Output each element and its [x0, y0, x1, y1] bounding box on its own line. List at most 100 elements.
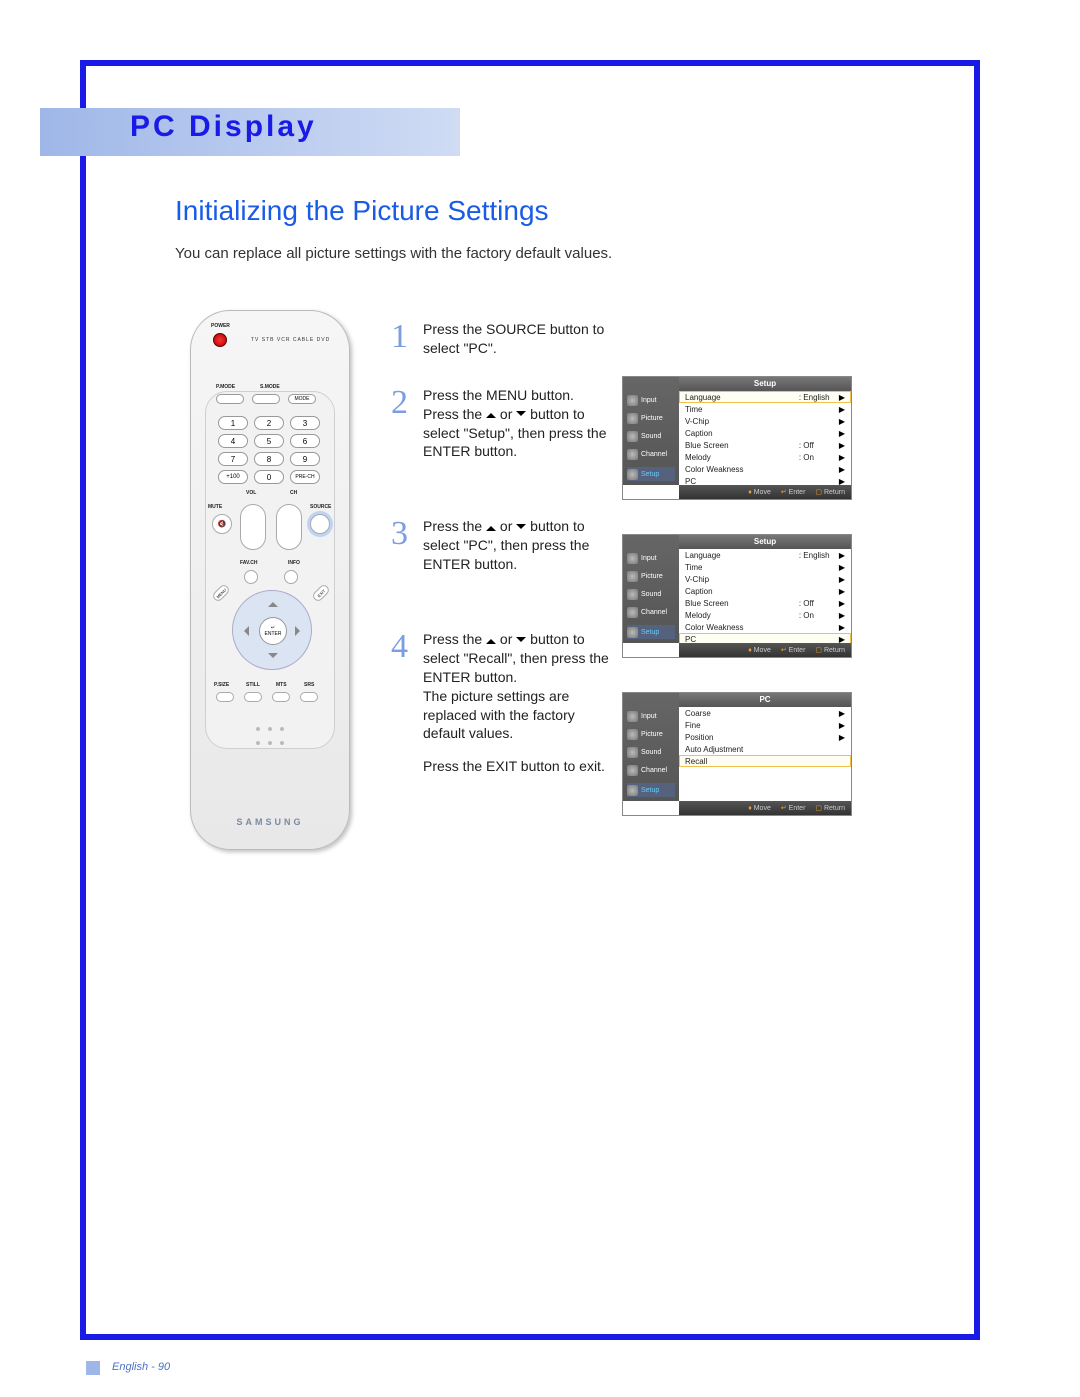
srs-button[interactable] — [300, 692, 318, 702]
osd-screenshot-setup-1: TV Setup Input Picture Sound Channel Set… — [622, 376, 852, 500]
num-8[interactable]: 8 — [254, 452, 284, 466]
num-2[interactable]: 2 — [254, 416, 284, 430]
osd-row-vchip: V-Chip▶ — [679, 573, 851, 585]
label-smode: S.MODE — [260, 384, 280, 390]
osd-row-melody: Melody: On▶ — [679, 609, 851, 621]
osd-row-position: Position▶ — [679, 731, 851, 743]
num-4[interactable]: 4 — [218, 434, 248, 448]
label-source: SOURCE — [310, 504, 331, 510]
picture-icon — [627, 729, 638, 740]
osd-side-setup: Setup — [627, 625, 675, 639]
exit-button[interactable]: EXIT — [311, 583, 331, 603]
menu-button[interactable]: MENU — [211, 583, 231, 603]
step-4: 4 Press the or button to select "Recall"… — [395, 630, 615, 776]
osd-main-2: Language: English▶ Time▶ V-Chip▶ Caption… — [679, 549, 851, 643]
triangle-up-icon — [486, 408, 496, 418]
page-number-accent — [86, 1361, 100, 1375]
osd-title: Setup — [679, 377, 851, 391]
num-7[interactable]: 7 — [218, 452, 248, 466]
mts-button[interactable] — [272, 692, 290, 702]
triangle-down-icon — [516, 637, 526, 647]
arrow-up-icon[interactable] — [268, 597, 278, 607]
osd-row-language: Language: English▶ — [679, 391, 851, 403]
input-icon — [627, 711, 638, 722]
osd-screenshot-setup-2: TV Setup Input Picture Sound Channel Set… — [622, 534, 852, 658]
dots-row2 — [206, 732, 334, 750]
osd-row-autoadj: Auto Adjustment — [679, 743, 851, 755]
label-psize: P.SIZE — [214, 682, 229, 688]
ch-rocker[interactable] — [276, 504, 302, 550]
osd-side-input: Input — [627, 709, 675, 723]
arrow-right-icon[interactable] — [295, 626, 305, 636]
osd-row-colorweak: Color Weakness▶ — [679, 621, 851, 633]
triangle-up-icon — [486, 521, 496, 531]
num-0[interactable]: 0 — [254, 470, 284, 484]
num-6[interactable]: 6 — [290, 434, 320, 448]
page-number: English - 90 — [112, 1361, 170, 1373]
step-4-extra: The picture settings are replaced with t… — [423, 688, 575, 742]
num-3[interactable]: 3 — [290, 416, 320, 430]
smode-button[interactable] — [252, 394, 280, 404]
arrow-left-icon[interactable] — [239, 626, 249, 636]
osd-side-channel: Channel — [627, 605, 675, 619]
triangle-down-icon — [516, 524, 526, 534]
step-1-text: Press the SOURCE button to select "PC". — [423, 321, 604, 356]
pmode-button[interactable] — [216, 394, 244, 404]
osd-row-language: Language: English▶ — [679, 549, 851, 561]
num-5[interactable]: 5 — [254, 434, 284, 448]
remote-control: POWER TV STB VCR CABLE DVD P.MODE S.MODE… — [190, 310, 350, 850]
psize-button[interactable] — [216, 692, 234, 702]
info-button[interactable] — [284, 570, 298, 584]
label-vol: VOL — [246, 490, 256, 496]
section-heading: Initializing the Picture Settings — [175, 195, 549, 227]
mute-button[interactable]: 🔇 — [212, 514, 232, 534]
osd-main-3: Coarse▶ Fine▶ Position▶ Auto Adjustment … — [679, 707, 851, 801]
osd-sidebar: Input Picture Sound Channel Setup — [623, 535, 679, 643]
osd-side-channel: Channel — [627, 447, 675, 461]
osd-sidebar: Input Picture Sound Channel Setup — [623, 693, 679, 801]
arrow-down-icon[interactable] — [268, 653, 278, 663]
step-4-or: or — [496, 631, 516, 647]
num-9[interactable]: 9 — [290, 452, 320, 466]
setup-icon — [627, 627, 638, 638]
picture-icon — [627, 413, 638, 424]
label-favch: FAV.CH — [240, 560, 258, 566]
osd-title: Setup — [679, 535, 851, 549]
osd-side-picture: Picture — [627, 727, 675, 741]
osd-side-picture: Picture — [627, 411, 675, 425]
vol-rocker[interactable] — [240, 504, 266, 550]
label-srs: SRS — [304, 682, 314, 688]
num-plus100[interactable]: +100 — [218, 470, 248, 484]
favch-button[interactable] — [244, 570, 258, 584]
sound-icon — [627, 431, 638, 442]
osd-side-sound: Sound — [627, 587, 675, 601]
step-2: 2 Press the MENU button. Press the or bu… — [395, 386, 615, 462]
picture-icon — [627, 571, 638, 582]
osd-row-melody: Melody: On▶ — [679, 451, 851, 463]
channel-icon — [627, 765, 638, 776]
osd-row-caption: Caption▶ — [679, 427, 851, 439]
osd-side-sound: Sound — [627, 429, 675, 443]
osd-side-setup: Setup — [627, 467, 675, 481]
dpad[interactable]: ↵ENTER — [232, 590, 312, 670]
label-source-row: TV STB VCR CABLE DVD — [251, 337, 330, 343]
osd-side-input: Input — [627, 551, 675, 565]
label-ch: CH — [290, 490, 297, 496]
osd-side-sound: Sound — [627, 745, 675, 759]
osd-row-fine: Fine▶ — [679, 719, 851, 731]
power-button[interactable] — [213, 333, 227, 347]
osd-side-channel: Channel — [627, 763, 675, 777]
step-2-line1: Press the MENU button. — [423, 387, 574, 403]
enter-button[interactable]: ↵ENTER — [259, 617, 287, 645]
mode-button[interactable]: MODE — [288, 394, 316, 404]
osd-footer: ♦ Move ↵ Enter ▢ Return — [679, 485, 851, 499]
step-3: 3 Press the or button to select "PC", th… — [395, 517, 615, 574]
source-button[interactable] — [310, 514, 330, 534]
osd-title: PC — [679, 693, 851, 707]
osd-screenshot-pc: TV PC Input Picture Sound Channel Setup … — [622, 692, 852, 816]
still-button[interactable] — [244, 692, 262, 702]
num-1[interactable]: 1 — [218, 416, 248, 430]
remote-inner: P.MODE S.MODE MODE 1 2 3 4 5 6 7 8 9 +10… — [205, 391, 335, 749]
label-still: STILL — [246, 682, 260, 688]
prech-button[interactable]: PRE-CH — [290, 470, 320, 484]
